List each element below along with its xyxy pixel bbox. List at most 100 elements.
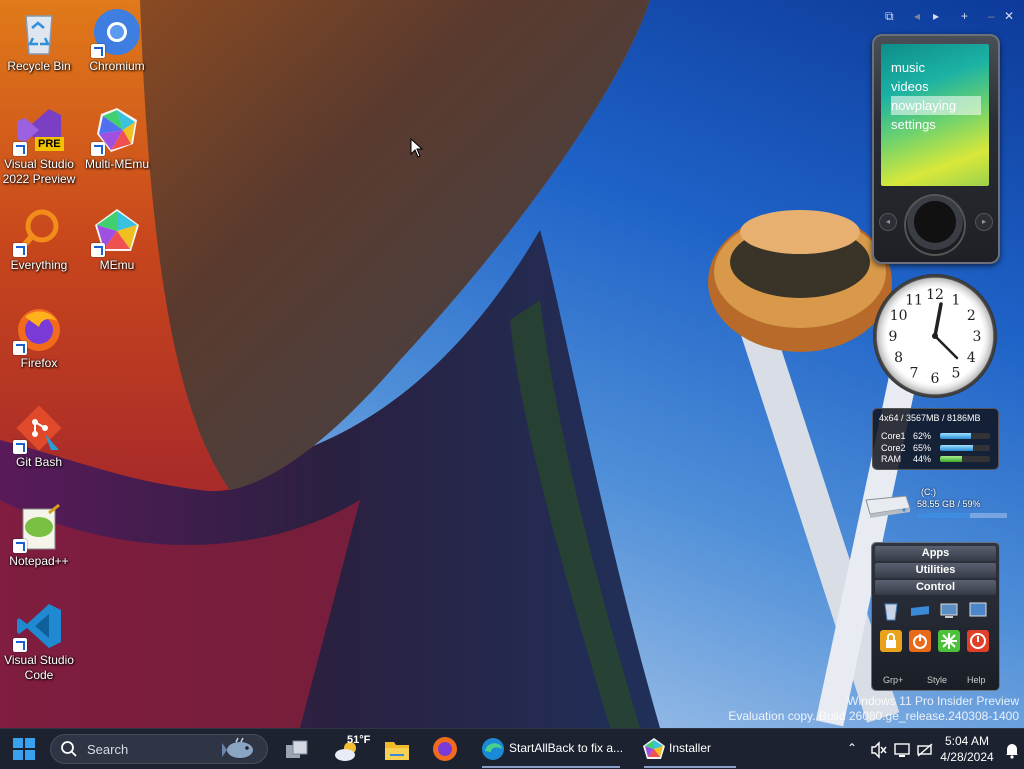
- desktop-icon-git-bash[interactable]: Git Bash: [0, 404, 78, 470]
- clock-numeral: 5: [952, 365, 961, 381]
- gadget-window-icon[interactable]: ⧉: [885, 9, 894, 24]
- previous-arrow-icon[interactable]: ◂: [914, 9, 920, 23]
- zune-media-gadget[interactable]: music videos nowplaying settings ◂ ▸: [872, 34, 1000, 264]
- launcher-help-button[interactable]: Help: [967, 675, 986, 685]
- zune-play-button[interactable]: ▸: [976, 214, 992, 230]
- taskbar-app-installer[interactable]: Installer: [640, 729, 740, 769]
- next-arrow-icon[interactable]: ▸: [933, 9, 939, 23]
- zune-squircle-pad[interactable]: [904, 194, 966, 256]
- zune-back-button[interactable]: ◂: [880, 214, 896, 230]
- shortcut-arrow-icon: [91, 142, 105, 156]
- clock-time: 5:04 AM: [944, 734, 990, 748]
- start-button[interactable]: [10, 729, 38, 769]
- file-explorer-button[interactable]: [384, 729, 412, 769]
- lock-tile-icon[interactable]: [880, 630, 902, 652]
- task-view-button[interactable]: [284, 729, 312, 769]
- shortcut-arrow-icon: [13, 341, 27, 355]
- folder-icon: [385, 742, 409, 760]
- desktop-icon-label: Firefox: [20, 356, 58, 370]
- desktop-icon-notepad-plus-plus[interactable]: Notepad++: [0, 503, 78, 569]
- show-hidden-icons-chevron-icon[interactable]: ⌃: [847, 741, 857, 755]
- launcher-add-group-button[interactable]: Grp+: [883, 675, 903, 685]
- taskbar-search-box[interactable]: Search: [50, 734, 268, 764]
- launcher-group-apps[interactable]: Apps: [875, 546, 996, 561]
- memu-installer-icon: [643, 738, 665, 759]
- launcher-gadget: Apps Utilities Control Grp+ Style Help: [872, 543, 999, 690]
- computer-tile-icon[interactable]: [938, 600, 960, 622]
- drive-label: (C:) 58.55 GB / 59%: [917, 487, 981, 509]
- cpu-row-bar: [940, 445, 990, 451]
- launcher-group-control[interactable]: Control: [875, 580, 996, 595]
- desktop-icon-chromium[interactable]: Chromium: [78, 8, 156, 74]
- speaker-muted-icon[interactable]: [870, 741, 888, 759]
- desktop-icon-visual-studio[interactable]: PRE Visual Studio 2022 Preview: [0, 106, 78, 187]
- clock-numeral: 12: [926, 287, 944, 303]
- zune-menu-item[interactable]: settings: [891, 115, 981, 134]
- clock-numeral: 11: [905, 293, 923, 309]
- cpu-row-bar: [940, 433, 990, 439]
- windows-logo-icon: [13, 738, 35, 760]
- firefox-taskbar-button[interactable]: [432, 729, 460, 769]
- desktop-icon-recycle-bin[interactable]: Recycle Bin: [0, 8, 78, 74]
- multi-memu-icon: [91, 106, 141, 156]
- notification-bell-icon[interactable]: [1004, 741, 1020, 759]
- sleep-tile-icon[interactable]: [938, 630, 960, 652]
- watermark-build: Evaluation copy. Build 26080.ge_release.…: [728, 709, 1019, 723]
- recycle-bin-tile-icon[interactable]: [880, 600, 902, 622]
- shortcut-arrow-icon: [13, 539, 27, 553]
- launcher-style-button[interactable]: Style: [927, 675, 947, 685]
- task-view-icon: [286, 740, 308, 758]
- shutdown-tile-icon[interactable]: [967, 630, 989, 652]
- zune-menu-item[interactable]: videos: [891, 77, 981, 96]
- edge-icon: [482, 738, 504, 760]
- cpu-meter-header: 4x64 / 3567MB / 8186MB: [879, 413, 981, 423]
- clock-numeral: 8: [894, 350, 903, 366]
- zune-menu-item-selected[interactable]: nowplaying: [891, 96, 981, 115]
- logoff-tile-icon[interactable]: [909, 630, 931, 652]
- launcher-group-utilities[interactable]: Utilities: [875, 563, 996, 578]
- minimize-icon[interactable]: –: [988, 9, 995, 23]
- add-icon[interactable]: +: [961, 9, 968, 23]
- weather-widget[interactable]: 51°F: [330, 729, 370, 769]
- network-icon[interactable]: [893, 741, 911, 759]
- battery-unplugged-icon[interactable]: [916, 741, 934, 759]
- cpu-row-percent: 62%: [913, 431, 932, 441]
- close-icon[interactable]: ✕: [1004, 9, 1014, 23]
- desktop-icon-everything[interactable]: Everything: [0, 207, 78, 273]
- search-highlight-fish-icon: [222, 737, 253, 758]
- weather-temperature: 51°F: [347, 734, 371, 746]
- zune-menu-item[interactable]: music: [891, 58, 981, 77]
- desktop-icon-label: Git Bash: [15, 455, 63, 469]
- desktop-icon-label: MEmu: [99, 258, 135, 272]
- taskbar: Search 51°F StartAllBack to fix a... Ins…: [0, 728, 1024, 769]
- windows-evaluation-watermark: Windows 11 Pro Insider Preview Evaluatio…: [728, 694, 1019, 724]
- shortcut-arrow-icon: [13, 243, 27, 257]
- cpu-row-label: Core1: [881, 431, 906, 441]
- desktop-icon-firefox[interactable]: Firefox: [0, 305, 78, 371]
- clock-minute-hand: [933, 334, 959, 360]
- desktop-icon-label: Everything: [10, 258, 68, 272]
- watermark-edition: Windows 11 Pro Insider Preview: [847, 694, 1019, 708]
- clock-hour-hand: [933, 302, 943, 338]
- taskbar-app-label: Installer: [669, 741, 712, 755]
- display-tile-icon[interactable]: [967, 600, 989, 622]
- vscode-icon: [13, 602, 63, 652]
- desktop-icon-vscode[interactable]: Visual Studio Code: [0, 602, 78, 683]
- desktop-icon-label: Visual Studio Code: [4, 653, 74, 682]
- desktop-icon-memu[interactable]: MEmu: [78, 207, 156, 273]
- desktop-icon-label: Recycle Bin: [7, 59, 71, 73]
- everything-search-icon: [13, 207, 63, 257]
- chromium-icon: [91, 8, 141, 58]
- taskbar-clock[interactable]: 5:04 AM 4/28/2024: [936, 733, 998, 765]
- drive-tile-icon[interactable]: [909, 600, 931, 622]
- gadget-toolbar: ⧉ ◂ ▸ + – ✕: [882, 9, 1022, 25]
- cpu-row-percent: 65%: [913, 443, 932, 453]
- clock-numeral: 4: [967, 350, 976, 366]
- desktop-icon-multi-memu[interactable]: Multi-MEmu: [78, 106, 156, 172]
- taskbar-app-label: StartAllBack to fix a...: [509, 741, 624, 755]
- clock-numeral: 1: [952, 293, 961, 309]
- hard-drive-icon: [865, 495, 911, 518]
- shortcut-arrow-icon: [91, 243, 105, 257]
- desktop-icon-label: Notepad++: [9, 554, 69, 568]
- taskbar-app-edge[interactable]: StartAllBack to fix a...: [478, 729, 624, 769]
